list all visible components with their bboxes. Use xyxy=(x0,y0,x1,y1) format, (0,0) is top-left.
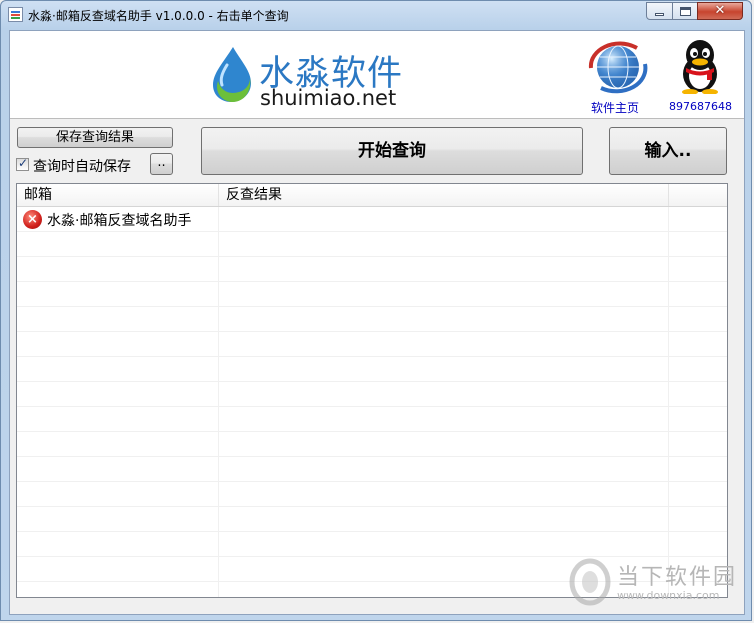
title-bar[interactable]: 水淼·邮箱反查域名助手 v1.0.0.0 - 右击单个查询 ✕ xyxy=(1,1,753,29)
close-icon: ✕ xyxy=(714,3,726,18)
brand-domain: shuimiao.net xyxy=(260,86,397,110)
close-button[interactable]: ✕ xyxy=(697,2,743,20)
empty-row xyxy=(17,457,727,482)
watermark-text-en: www.downxia.com xyxy=(617,589,720,602)
empty-row xyxy=(17,257,727,282)
list-header: 邮箱 反查结果 xyxy=(17,184,727,207)
minimize-button[interactable] xyxy=(646,2,673,20)
app-window: 水淼·邮箱反查域名助手 v1.0.0.0 - 右击单个查询 ✕ 水淼软件 shu… xyxy=(0,0,752,621)
browse-button[interactable]: .. xyxy=(150,153,173,175)
error-icon: × xyxy=(23,210,42,229)
empty-row xyxy=(17,332,727,357)
start-query-button[interactable]: 开始查询 xyxy=(201,127,583,175)
qq-penguin-icon[interactable] xyxy=(676,38,724,94)
client-area: 水淼软件 shuimiao.net 软件主页 897687648 保存查询结果 … xyxy=(9,30,745,615)
table-row[interactable]: × 水淼·邮箱反查域名助手 xyxy=(17,207,727,232)
column-header-blank[interactable] xyxy=(669,184,727,206)
empty-row xyxy=(17,382,727,407)
empty-row xyxy=(17,407,727,432)
qq-number-link[interactable]: 897687648 xyxy=(669,100,732,113)
window-title: 水淼·邮箱反查域名助手 v1.0.0.0 - 右击单个查询 xyxy=(28,9,289,23)
empty-row xyxy=(17,357,727,382)
empty-row xyxy=(17,232,727,257)
empty-row xyxy=(17,532,727,557)
auto-save-label[interactable]: 查询时自动保存 xyxy=(33,156,131,176)
maximize-button[interactable] xyxy=(672,2,698,20)
watermark-text-cn: 当下软件园 xyxy=(617,565,738,590)
empty-row xyxy=(17,482,727,507)
empty-row xyxy=(17,282,727,307)
email-cell: 水淼·邮箱反查域名助手 xyxy=(47,213,192,229)
globe-icon[interactable] xyxy=(585,38,651,96)
app-icon[interactable] xyxy=(8,7,23,22)
input-button[interactable]: 输入.. xyxy=(609,127,727,175)
empty-row xyxy=(17,432,727,457)
homepage-link[interactable]: 软件主页 xyxy=(591,99,639,116)
column-header-result[interactable]: 反查结果 xyxy=(219,184,669,206)
watermark-logo-icon xyxy=(569,558,611,606)
results-list[interactable]: 邮箱 反查结果 × 水淼·邮箱反查域名助手 xyxy=(16,183,728,598)
water-drop-logo-icon xyxy=(213,47,251,103)
banner: 水淼软件 shuimiao.net 软件主页 897687648 xyxy=(10,31,744,119)
empty-row xyxy=(17,507,727,532)
auto-save-checkbox[interactable] xyxy=(16,156,29,171)
column-header-email[interactable]: 邮箱 xyxy=(17,184,219,206)
empty-row xyxy=(17,307,727,332)
save-results-button[interactable]: 保存查询结果 xyxy=(17,127,173,148)
